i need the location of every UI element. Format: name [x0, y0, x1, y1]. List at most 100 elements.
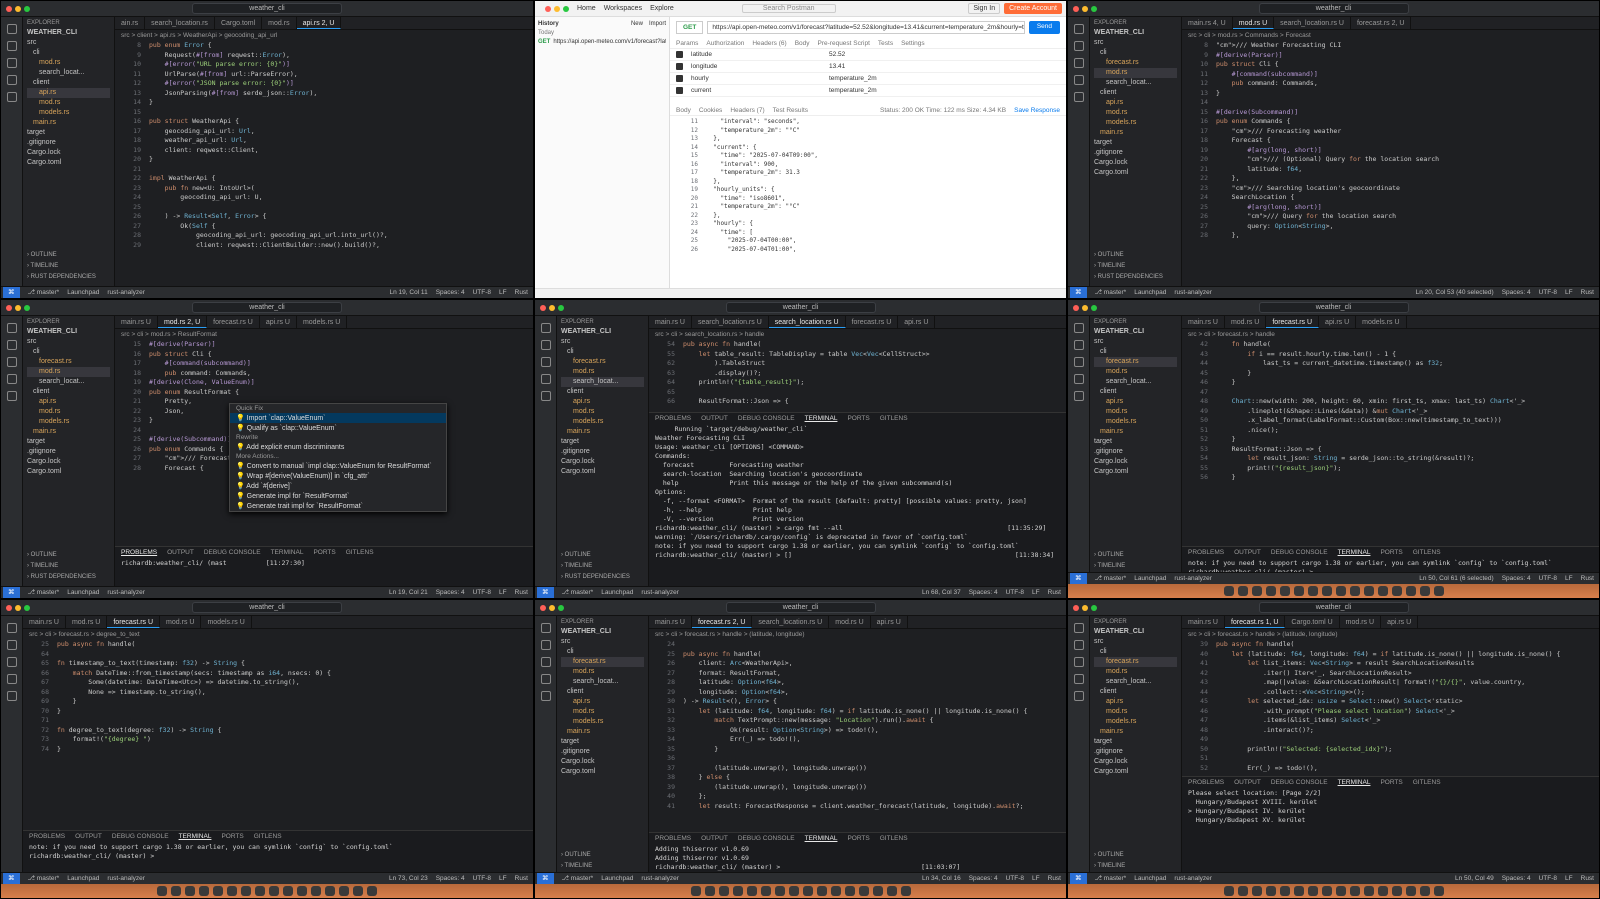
- status-item[interactable]: Spaces: 4: [436, 873, 465, 884]
- file-tree-item[interactable]: api.rs: [1094, 397, 1177, 407]
- status-item[interactable]: Rust: [1581, 573, 1594, 584]
- file-tree-item[interactable]: .gitignore: [1094, 148, 1177, 158]
- editor-tab[interactable]: search_location.rs U: [1274, 17, 1351, 29]
- remote-indicator[interactable]: ⌘: [3, 287, 20, 298]
- file-tree-item[interactable]: main.rs: [27, 118, 110, 128]
- source-control-icon[interactable]: [1073, 657, 1084, 667]
- explorer-section[interactable]: › OUTLINE: [561, 852, 591, 858]
- file-tree-item[interactable]: models.rs: [27, 417, 110, 427]
- request-tab[interactable]: Tests: [878, 38, 893, 48]
- panel-tab[interactable]: DEBUG CONSOLE: [1271, 777, 1328, 789]
- panel-tab[interactable]: PROBLEMS: [29, 831, 65, 843]
- extensions-icon[interactable]: [1073, 391, 1084, 401]
- quick-fix-item[interactable]: 💡 Add `#[derive]`: [230, 481, 446, 491]
- file-tree-item[interactable]: forecast.rs: [27, 357, 110, 367]
- file-tree-item[interactable]: Cargo.toml: [1094, 767, 1177, 777]
- analyzer-status[interactable]: rust-analyzer: [1174, 573, 1212, 584]
- file-tree-item[interactable]: mod.rs: [1094, 68, 1177, 78]
- panel-tab[interactable]: PROBLEMS: [1188, 777, 1224, 789]
- window-controls[interactable]: [6, 5, 30, 12]
- status-item[interactable]: Spaces: 4: [969, 873, 998, 884]
- files-icon[interactable]: [540, 323, 551, 333]
- source-control-icon[interactable]: [1073, 58, 1084, 68]
- panel-tab[interactable]: PORTS: [221, 831, 243, 843]
- param-checkbox[interactable]: [676, 63, 683, 70]
- file-tree-item[interactable]: Cargo.lock: [561, 457, 644, 467]
- file-tree-item[interactable]: target: [27, 437, 110, 447]
- panel-tab[interactable]: DEBUG CONSOLE: [204, 547, 261, 559]
- response-tab[interactable]: Cookies: [699, 105, 722, 115]
- extensions-icon[interactable]: [6, 92, 17, 102]
- files-icon[interactable]: [6, 24, 17, 34]
- project-root[interactable]: WEATHER_CLI: [561, 628, 644, 635]
- explorer-section[interactable]: › TIMELINE: [27, 563, 58, 569]
- file-tree-item[interactable]: main.rs: [1094, 427, 1177, 437]
- branch-indicator[interactable]: ⎇ master*: [28, 873, 60, 884]
- extensions-icon[interactable]: [1073, 92, 1084, 102]
- nav-explore[interactable]: Explore: [650, 5, 674, 12]
- cursor-position[interactable]: Ln 50, Col 61 (6 selected): [1419, 573, 1493, 584]
- status-item[interactable]: UTF-8: [1539, 287, 1557, 298]
- search-icon[interactable]: [1073, 41, 1084, 51]
- run-debug-icon[interactable]: [540, 374, 551, 384]
- explorer-section[interactable]: › TIMELINE: [1094, 863, 1125, 869]
- param-key[interactable]: longitude: [691, 61, 821, 72]
- explorer-section[interactable]: › OUTLINE: [1094, 552, 1124, 558]
- sign-in-button[interactable]: Sign In: [968, 3, 1001, 14]
- file-tree-item[interactable]: cli: [561, 347, 644, 357]
- cursor-position[interactable]: Ln 68, Col 37: [922, 587, 961, 598]
- file-tree-item[interactable]: .gitignore: [561, 747, 644, 757]
- file-tree-item[interactable]: search_locat...: [27, 377, 110, 387]
- file-tree-item[interactable]: target: [561, 737, 644, 747]
- file-tree-item[interactable]: .gitignore: [1094, 447, 1177, 457]
- status-item[interactable]: LF: [1032, 587, 1040, 598]
- panel-tab[interactable]: GITLENS: [254, 831, 282, 843]
- editor-tab[interactable]: Cargo.toml U: [1285, 616, 1340, 628]
- file-tree-item[interactable]: src: [1094, 637, 1177, 647]
- file-tree-item[interactable]: mod.rs: [1094, 367, 1177, 377]
- editor-tab[interactable]: search_location.rs U: [752, 616, 830, 628]
- postman-search[interactable]: Search Postman: [741, 4, 836, 13]
- import-button[interactable]: Import: [649, 20, 666, 29]
- quick-fix-item[interactable]: 💡 Add explicit enum discriminants: [230, 442, 446, 452]
- search-icon[interactable]: [6, 640, 17, 650]
- status-item[interactable]: UTF-8: [473, 587, 491, 598]
- panel-tab[interactable]: OUTPUT: [167, 547, 194, 559]
- file-tree-item[interactable]: cli: [561, 647, 644, 657]
- param-value[interactable]: 52.52: [829, 49, 845, 60]
- launchpad-button[interactable]: Launchpad: [1134, 287, 1166, 298]
- status-item[interactable]: LF: [1565, 287, 1573, 298]
- status-item[interactable]: Spaces: 4: [1502, 573, 1531, 584]
- remote-indicator[interactable]: ⌘: [537, 587, 554, 598]
- panel-tab[interactable]: PROBLEMS: [121, 547, 157, 559]
- file-tree-item[interactable]: cli: [1094, 48, 1177, 58]
- param-key[interactable]: latitude: [691, 49, 821, 60]
- status-item[interactable]: Spaces: 4: [1502, 287, 1531, 298]
- launchpad-button[interactable]: Launchpad: [1134, 873, 1166, 884]
- file-tree-item[interactable]: src: [1094, 38, 1177, 48]
- files-icon[interactable]: [1073, 24, 1084, 34]
- file-tree-item[interactable]: cli: [27, 347, 110, 357]
- editor-tab[interactable]: main.rs U: [23, 616, 66, 628]
- file-tree-item[interactable]: forecast.rs: [1094, 357, 1177, 367]
- editor-tab[interactable]: forecast.rs 1, U: [1224, 616, 1286, 628]
- editor-tab[interactable]: main.rs U: [649, 616, 692, 628]
- param-checkbox[interactable]: [676, 51, 683, 58]
- status-item[interactable]: Rust: [1581, 287, 1594, 298]
- extensions-icon[interactable]: [540, 391, 551, 401]
- panel-tab[interactable]: TERMINAL: [179, 831, 212, 843]
- source-control-icon[interactable]: [1073, 357, 1084, 367]
- remote-indicator[interactable]: ⌘: [3, 587, 20, 598]
- file-tree-item[interactable]: api.rs: [27, 88, 110, 98]
- file-tree-item[interactable]: mod.rs: [27, 58, 110, 68]
- file-tree-item[interactable]: api.rs: [561, 397, 644, 407]
- quick-fix-item[interactable]: 💡 Generate trait impl for `ResultFormat`: [230, 501, 446, 511]
- panel-tab[interactable]: OUTPUT: [75, 831, 102, 843]
- command-center[interactable]: weather_cli: [192, 602, 342, 613]
- status-item[interactable]: LF: [1565, 573, 1573, 584]
- panel-tab[interactable]: DEBUG CONSOLE: [738, 833, 795, 845]
- status-item[interactable]: Rust: [1048, 587, 1061, 598]
- breadcrumb[interactable]: src > cli > forecast.rs > handle > (lati…: [649, 629, 1066, 640]
- editor-tab[interactable]: api.rs U: [1381, 616, 1419, 628]
- file-tree-item[interactable]: mod.rs: [561, 667, 644, 677]
